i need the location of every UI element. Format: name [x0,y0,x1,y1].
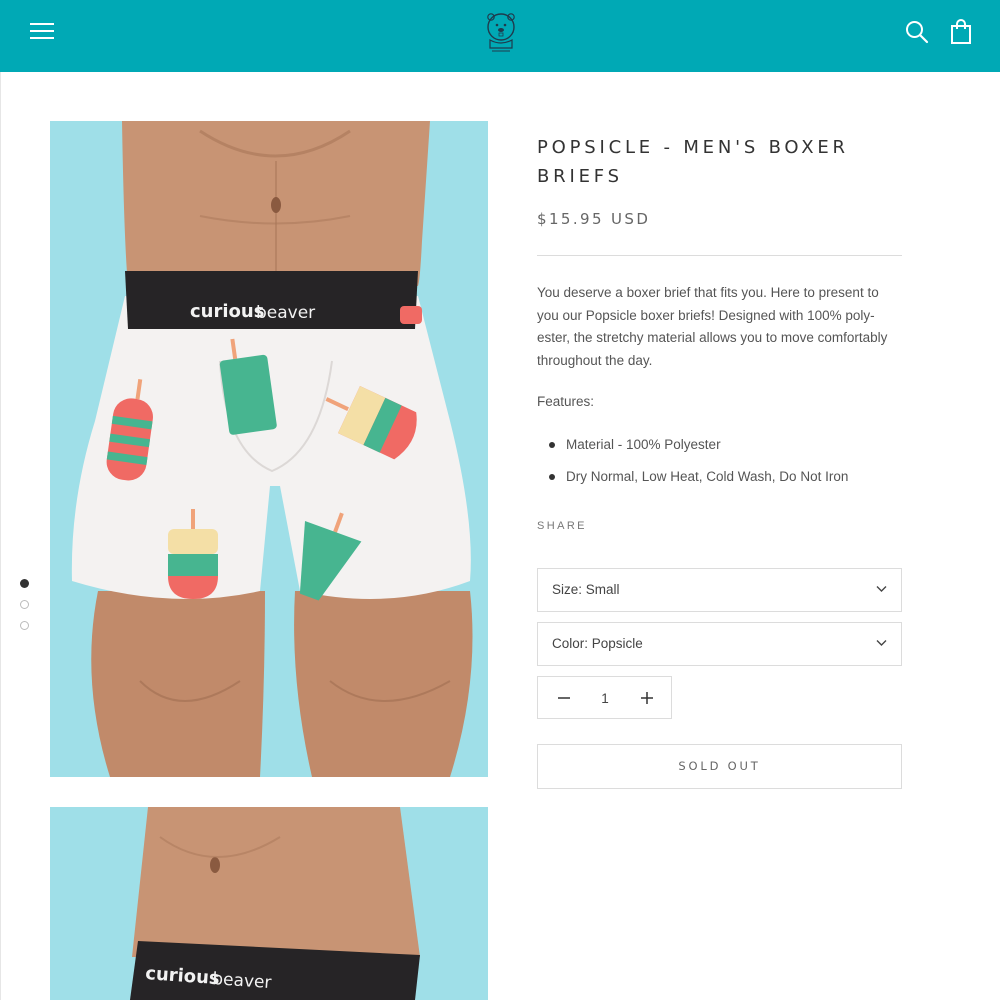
gallery-dot-2[interactable] [20,600,29,609]
features-list: Material - 100% Polyester Dry Normal, Lo… [537,436,902,500]
feature-item: Material - 100% Polyester [537,436,902,468]
size-select-label: Size: Small [552,582,620,597]
color-select[interactable]: Color: Popsicle [537,622,902,666]
gallery-dot-1[interactable] [20,579,29,588]
features-label: Features: [537,394,595,409]
search-icon[interactable] [904,19,930,45]
waistband-brand-light: beaver [256,303,315,323]
minus-icon[interactable] [553,687,575,709]
plus-icon[interactable] [636,687,658,709]
sold-out-button[interactable]: SOLD OUT [537,744,902,789]
page-edge-divider [0,72,1,1000]
shopping-bag-icon[interactable] [948,18,974,46]
product-price: $15.95 USD [537,210,651,228]
product-description: You deserve a boxer brief that fits you.… [537,285,888,368]
chevron-down-icon [876,586,887,592]
share-link[interactable]: SHARE [537,520,587,532]
product-image-2[interactable]: curious beaver [50,807,488,1000]
size-select[interactable]: Size: Small [537,568,902,612]
gallery-pagination [20,579,32,642]
product-info: POPSICLE - MEN'S BOXER BRIEFS $15.95 USD… [537,133,902,500]
product-image-1[interactable]: curious beaver [50,121,488,777]
quantity-input[interactable] [588,687,622,709]
product-title: POPSICLE - MEN'S BOXER BRIEFS [537,137,849,187]
hamburger-icon[interactable] [30,23,54,41]
color-select-label: Color: Popsicle [552,636,643,651]
waistband-brand-light-2: beaver [212,969,272,993]
chevron-down-icon [876,640,887,646]
beaver-logo[interactable] [478,8,524,54]
waistband-brand-bold: curious [190,301,264,322]
gallery-dot-3[interactable] [20,621,29,630]
quantity-stepper [537,676,672,719]
feature-item: Dry Normal, Low Heat, Cold Wash, Do Not … [537,468,902,500]
header-bar [0,0,1000,72]
price-divider [537,255,902,256]
